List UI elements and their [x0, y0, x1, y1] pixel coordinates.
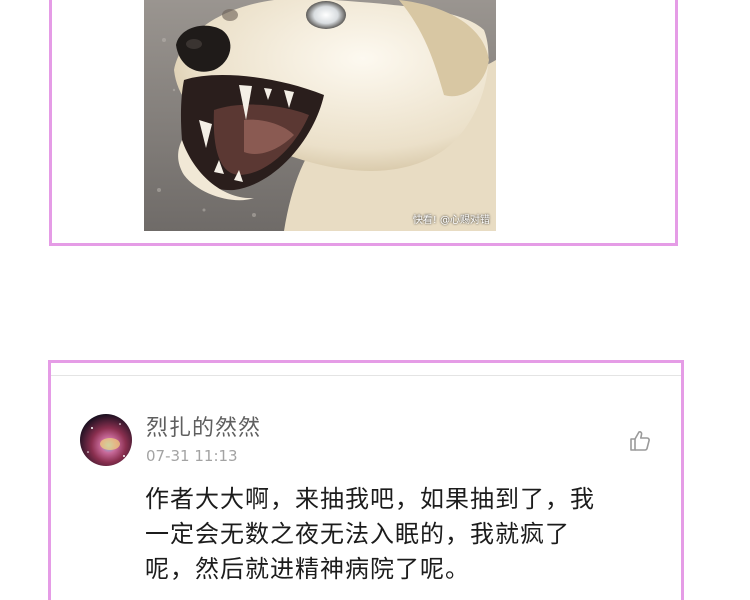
user-avatar[interactable]	[80, 414, 132, 466]
galaxy-avatar-icon	[80, 414, 132, 466]
like-button[interactable]	[628, 429, 652, 453]
comment-body: 作者大大啊，来抽我吧，如果抽到了，我 一定会无数之夜无法入眠的，我就疯了 呢，然…	[145, 485, 595, 583]
comment-frame: 烈扎的然然 07-31 11:13 作者大大啊，来抽我吧，如果抽到了，我 一定会…	[48, 360, 684, 600]
meme-image[interactable]: 快看! @心赐对错	[144, 0, 496, 231]
thumbs-up-icon	[630, 431, 650, 451]
comment-timestamp: 07-31 11:13	[146, 447, 238, 465]
comment-username[interactable]: 烈扎的然然	[146, 410, 261, 442]
snarling-dog-illustration	[144, 0, 496, 231]
comment-card: 烈扎的然然 07-31 11:13 作者大大啊，来抽我吧，如果抽到了，我 一定会…	[51, 375, 681, 600]
image-watermark: 快看! @心赐对错	[412, 215, 490, 226]
